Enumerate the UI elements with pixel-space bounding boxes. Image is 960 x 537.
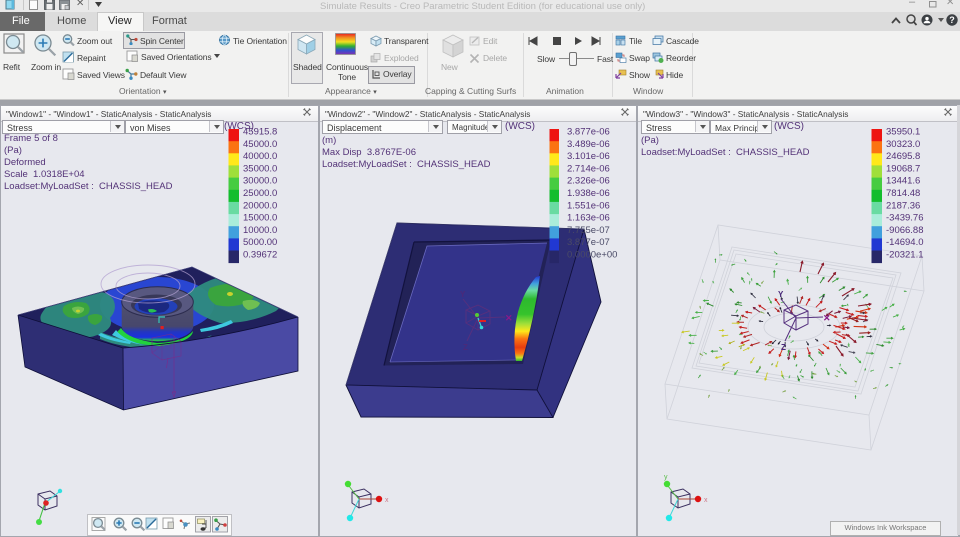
svg-text:5000.00: 5000.00 — [243, 237, 277, 248]
svg-text:1.551e-06: 1.551e-06 — [567, 200, 610, 211]
svg-text:2.714e-06: 2.714e-06 — [567, 163, 610, 174]
svg-text:3.489e-06: 3.489e-06 — [567, 139, 610, 150]
svg-text:15000.0: 15000.0 — [243, 213, 277, 224]
svg-text:-20321.1: -20321.1 — [886, 250, 924, 261]
svg-text:3.877e-07: 3.877e-07 — [567, 237, 610, 248]
svg-text:0.0000e+00: 0.0000e+00 — [567, 250, 617, 261]
svg-text:19068.7: 19068.7 — [886, 163, 920, 174]
svg-text:30000.0: 30000.0 — [243, 176, 277, 187]
svg-text:-9066.88: -9066.88 — [886, 225, 924, 236]
svg-text:30323.0: 30323.0 — [886, 139, 920, 150]
svg-text:0.39672: 0.39672 — [243, 250, 277, 261]
svg-text:-3439.76: -3439.76 — [886, 213, 924, 224]
svg-text:24695.8: 24695.8 — [886, 151, 920, 162]
svg-text:20000.0: 20000.0 — [243, 200, 277, 211]
svg-text:13441.6: 13441.6 — [886, 176, 920, 187]
svg-text:1.163e-06: 1.163e-06 — [567, 213, 610, 224]
svg-text:10000.0: 10000.0 — [243, 225, 277, 236]
svg-text:25000.0: 25000.0 — [243, 188, 277, 199]
svg-text:35950.1: 35950.1 — [886, 127, 920, 138]
svg-text:?: ? — [949, 15, 955, 25]
svg-text:3.101e-06: 3.101e-06 — [567, 151, 610, 162]
svg-text:35000.0: 35000.0 — [243, 163, 277, 174]
svg-text:3.877e-06: 3.877e-06 — [567, 127, 610, 138]
svg-text:7814.48: 7814.48 — [886, 188, 920, 199]
svg-text:7.755e-07: 7.755e-07 — [567, 225, 610, 236]
svg-text:2.326e-06: 2.326e-06 — [567, 176, 610, 187]
svg-text:-14694.0: -14694.0 — [886, 237, 924, 248]
svg-text:40000.0: 40000.0 — [243, 151, 277, 162]
svg-text:45000.0: 45000.0 — [243, 139, 277, 150]
svg-text:45915.8: 45915.8 — [243, 127, 277, 138]
svg-text:2187.36: 2187.36 — [886, 200, 920, 211]
svg-text:1.938e-06: 1.938e-06 — [567, 188, 610, 199]
